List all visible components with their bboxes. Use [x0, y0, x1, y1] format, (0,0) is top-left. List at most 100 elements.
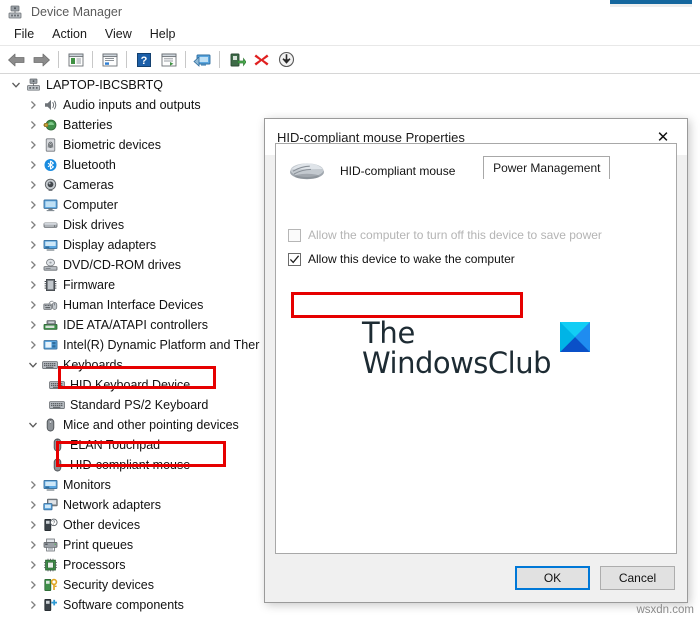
chevron-right-icon[interactable] [25, 557, 41, 573]
chevron-right-icon[interactable] [25, 477, 41, 493]
chevron-right-icon[interactable] [25, 537, 41, 553]
tree-item-label: HID Keyboard Device [70, 378, 191, 392]
mouse-icon [48, 437, 66, 453]
svg-text:?: ? [140, 55, 147, 67]
toolbar-show-hidden[interactable] [157, 48, 180, 71]
tree-item-label: Cameras [63, 178, 114, 192]
fingerprint-icon [41, 137, 59, 153]
tree-item-label: LAPTOP-IBCSBRTQ [46, 78, 163, 92]
tree-item-label: Display adapters [63, 238, 157, 252]
tree-item-label: Biometric devices [63, 138, 161, 152]
chevron-right-icon[interactable] [25, 517, 41, 533]
toolbar-scan-hardware[interactable] [191, 48, 214, 71]
disk-drive-icon [41, 217, 59, 233]
tree-item-label: Disk drives [63, 218, 125, 232]
tree-item-label: DVD/CD-ROM drives [63, 258, 182, 272]
chevron-right-icon[interactable] [25, 137, 41, 153]
network-adapter-icon [41, 497, 59, 513]
chevron-right-icon[interactable] [25, 317, 41, 333]
tree-item-label: ELAN Touchpad [70, 438, 161, 452]
ok-button[interactable]: OK [515, 566, 590, 590]
display-adapter-icon [41, 237, 59, 253]
chevron-right-icon[interactable] [25, 337, 41, 353]
processor-icon [41, 557, 59, 573]
mouse-icon [48, 457, 66, 473]
chevron-right-icon[interactable] [25, 157, 41, 173]
toolbar-update-driver[interactable] [98, 48, 121, 71]
chevron-down-icon[interactable] [8, 77, 24, 93]
toolbar-back[interactable] [5, 48, 28, 71]
device-manager-icon [7, 4, 23, 20]
watermark-line2: WindowsClub [361, 345, 552, 380]
chevron-right-icon[interactable] [25, 237, 41, 253]
chevron-right-icon[interactable] [25, 577, 41, 593]
other-device-icon: ? [41, 517, 59, 533]
toolbar-separator [219, 51, 220, 68]
toolbar-properties[interactable] [64, 48, 87, 71]
monitor-icon [41, 197, 59, 213]
keyboard-icon [41, 357, 59, 373]
chevron-right-icon[interactable] [25, 197, 41, 213]
chevron-down-icon[interactable] [25, 357, 41, 373]
toolbar: ? [0, 46, 700, 74]
toolbar-forward[interactable] [30, 48, 53, 71]
toolbar-enable-device[interactable] [225, 48, 248, 71]
power-management-panel: HID-compliant mouse Allow the computer t… [275, 143, 677, 554]
cancel-button[interactable]: Cancel [600, 566, 675, 590]
highlight-box-wake-checkbox [291, 292, 523, 318]
tree-item-label: Audio inputs and outputs [63, 98, 201, 112]
tree-item-label: Bluetooth [63, 158, 116, 172]
checkbox-wake-computer[interactable] [288, 252, 301, 266]
display-adapter-icon [41, 477, 59, 493]
tree-item-label: Keyboards [63, 358, 123, 372]
chevron-right-icon[interactable] [25, 597, 41, 613]
toolbar-install-legacy[interactable] [275, 48, 298, 71]
chevron-right-icon[interactable] [25, 177, 41, 193]
watermark: The WindowsClub [276, 318, 676, 380]
chevron-right-icon[interactable] [25, 497, 41, 513]
tree-item-label: Firmware [63, 278, 116, 292]
toolbar-separator [185, 51, 186, 68]
tree-item-label: Software components [63, 598, 184, 612]
keyboard-icon [48, 377, 66, 393]
tree-item-label: Monitors [63, 478, 111, 492]
tree-item-label: Processors [63, 558, 126, 572]
toolbar-separator [126, 51, 127, 68]
computer-node-icon [24, 77, 42, 93]
checkbox-row-wake-computer[interactable]: Allow this device to wake the computer [288, 249, 676, 269]
toolbar-separator [92, 51, 93, 68]
menu-view[interactable]: View [96, 25, 141, 43]
tab-power-management[interactable]: Power Management [483, 156, 611, 179]
checkbox-label-wake-computer: Allow this device to wake the computer [308, 252, 515, 266]
chevron-right-icon[interactable] [25, 117, 41, 133]
tree-item-label: Standard PS/2 Keyboard [70, 398, 209, 412]
mouse-icon [41, 417, 59, 433]
menu-file[interactable]: File [5, 25, 43, 43]
checkbox-label-turn-off-power: Allow the computer to turn off this devi… [308, 228, 602, 242]
chevron-right-icon[interactable] [25, 297, 41, 313]
toolbar-uninstall-device[interactable] [250, 48, 273, 71]
chevron-right-icon[interactable] [25, 217, 41, 233]
chevron-right-icon[interactable] [25, 257, 41, 273]
tree-item-audio[interactable]: Audio inputs and outputs [0, 95, 700, 115]
tree-item-laptop[interactable]: LAPTOP-IBCSBRTQ [0, 75, 700, 95]
menu-action[interactable]: Action [43, 25, 96, 43]
tree-item-label: Security devices [63, 578, 155, 592]
chevron-right-icon[interactable] [25, 277, 41, 293]
menu-help[interactable]: Help [141, 25, 185, 43]
camera-icon [41, 177, 59, 193]
ide-controller-icon [41, 317, 59, 333]
security-device-icon [41, 577, 59, 593]
checkbox-row-turn-off-power[interactable]: Allow the computer to turn off this devi… [288, 225, 676, 245]
software-component-icon [41, 597, 59, 613]
properties-dialog: HID-compliant mouse Properties ✕ General… [264, 118, 688, 603]
toolbar-help[interactable]: ? [132, 48, 155, 71]
device-header: HID-compliant mouse [276, 144, 676, 185]
titlebar-grey-strip [610, 4, 692, 7]
chevron-down-icon[interactable] [25, 417, 41, 433]
dvd-drive-icon [41, 257, 59, 273]
printer-icon [41, 537, 59, 553]
checkbox-turn-off-power[interactable] [288, 228, 301, 242]
chevron-right-icon[interactable] [25, 97, 41, 113]
windowsclub-logo-icon [560, 322, 591, 352]
